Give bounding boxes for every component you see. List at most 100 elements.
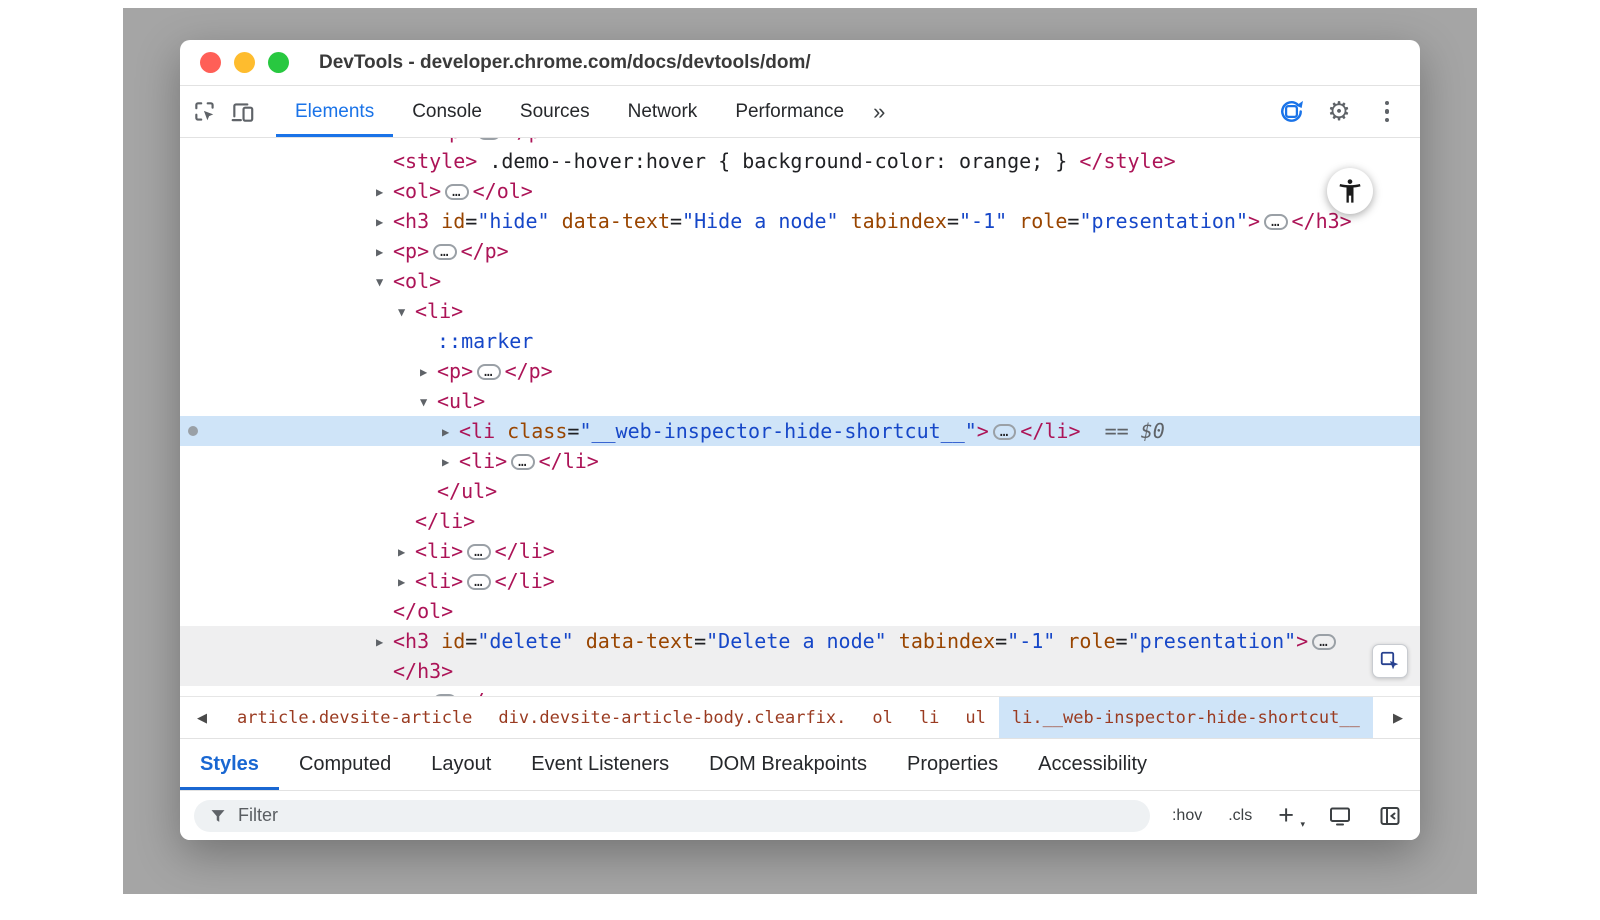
dom-tree-row[interactable]: ▶<li class="__web-inspector-hide-shortcu…: [180, 416, 1420, 446]
expand-arrow-icon[interactable]: ▶: [376, 177, 393, 207]
code-token: <h3: [393, 629, 429, 653]
dom-tree-row[interactable]: ▶<h3 id="hide" data-text="Hide a node" t…: [180, 206, 1420, 236]
code-token: <li>: [459, 449, 507, 473]
expand-arrow-icon[interactable]: ▼: [420, 387, 437, 417]
styles-tab-computed[interactable]: Computed: [279, 739, 411, 790]
tab-console[interactable]: Console: [393, 86, 501, 137]
dom-tree-row[interactable]: ::marker: [180, 326, 1420, 356]
styles-tab-event-listeners[interactable]: Event Listeners: [511, 739, 689, 790]
dom-tree-row[interactable]: ▶<ol>…</ol>: [180, 176, 1420, 206]
styles-tab-properties[interactable]: Properties: [887, 739, 1018, 790]
code-token: [1007, 209, 1019, 233]
accessibility-overlay-button[interactable]: [1327, 168, 1373, 214]
more-panels-button[interactable]: »: [873, 99, 887, 125]
expand-arrow-icon[interactable]: ▶: [376, 207, 393, 237]
code-token: =: [1116, 629, 1128, 653]
breadcrumb-item[interactable]: li: [906, 697, 952, 738]
dom-tree-row[interactable]: ▶<p>…</p>: [180, 686, 1420, 696]
breadcrumb-item[interactable]: article.devsite-article: [224, 697, 485, 738]
dom-tree-row[interactable]: ▶<p>…</p>: [180, 236, 1420, 266]
new-style-rule-button[interactable]: +▾: [1278, 802, 1302, 829]
styles-tab-styles[interactable]: Styles: [180, 739, 279, 790]
code-token: $0: [1141, 419, 1165, 443]
tab-elements[interactable]: Elements: [276, 86, 393, 137]
breadcrumb-scroll-left-button[interactable]: ◀: [180, 697, 224, 738]
styles-tab-accessibility[interactable]: Accessibility: [1018, 739, 1167, 790]
inline-expand-button[interactable]: …: [477, 364, 500, 380]
element-classes-button[interactable]: .cls: [1228, 807, 1252, 825]
inline-expand-button[interactable]: …: [1264, 214, 1287, 230]
dom-tree-row[interactable]: ▶<li>…</li>: [180, 446, 1420, 476]
styles-tab-dom-breakpoints[interactable]: DOM Breakpoints: [689, 739, 887, 790]
dom-tree-row[interactable]: ▶<h3 id="delete" data-text="Delete a nod…: [180, 626, 1420, 656]
dom-tree-row[interactable]: ▼<li>: [180, 296, 1420, 326]
sync-feature-button[interactable]: [1272, 92, 1310, 132]
toggle-sidebar-icon[interactable]: [1378, 804, 1402, 828]
breadcrumb-scroll-right-button[interactable]: ▶: [1376, 697, 1420, 738]
dom-tree-row[interactable]: ▶<li>…</li>: [180, 536, 1420, 566]
expand-arrow-icon[interactable]: ▶: [442, 417, 459, 447]
chevron-left-icon: ◀: [197, 710, 207, 726]
close-window-button[interactable]: [200, 52, 221, 73]
expand-arrow-icon[interactable]: ▼: [398, 297, 415, 327]
dom-tree-row[interactable]: </ul>: [180, 476, 1420, 506]
breadcrumb-item[interactable]: div.devsite-article-body.clearfix.: [485, 697, 859, 738]
rendering-emulation-icon[interactable]: [1328, 804, 1352, 828]
code-token: <style>: [393, 149, 477, 173]
code-token: "__web-inspector-hide-shortcut__": [579, 419, 976, 443]
dom-tree-row[interactable]: ▶<li>…</li>: [180, 566, 1420, 596]
dom-tree-row[interactable]: ▼<ol>: [180, 266, 1420, 296]
dom-tree-row[interactable]: </li>: [180, 506, 1420, 536]
inspect-element-button[interactable]: [186, 92, 224, 132]
expand-arrow-icon[interactable]: ▶: [376, 627, 393, 657]
kebab-menu-icon: [1385, 101, 1390, 123]
breadcrumb-item[interactable]: ul: [952, 697, 998, 738]
settings-button[interactable]: ⚙: [1320, 92, 1358, 132]
device-toolbar-button[interactable]: [224, 92, 262, 132]
expand-arrow-icon[interactable]: ▶: [398, 567, 415, 597]
inline-expand-button[interactable]: …: [993, 424, 1016, 440]
zoom-window-button[interactable]: [268, 52, 289, 73]
styles-filter-input[interactable]: [194, 800, 1150, 832]
code-token: <h3: [393, 209, 429, 233]
tab-sources[interactable]: Sources: [501, 86, 609, 137]
expand-arrow-icon[interactable]: ▶: [376, 687, 393, 696]
dom-tree-row[interactable]: ▼<ul>: [180, 386, 1420, 416]
code-token: <li: [459, 419, 495, 443]
breadcrumb-item[interactable]: li.__web-inspector-hide-shortcut__: [999, 697, 1373, 738]
inline-expand-button[interactable]: …: [467, 574, 490, 590]
expand-arrow-icon[interactable]: ▶: [420, 357, 437, 387]
code-token: </p>: [461, 689, 509, 696]
code-token: >: [1248, 209, 1260, 233]
expand-arrow-icon[interactable]: ▶: [376, 237, 393, 267]
tab-network[interactable]: Network: [609, 86, 717, 137]
styles-tab-layout[interactable]: Layout: [411, 739, 511, 790]
inline-expand-button[interactable]: …: [433, 694, 456, 697]
inline-expand-button[interactable]: …: [467, 544, 490, 560]
toggle-element-state-button[interactable]: :hov: [1172, 807, 1202, 825]
expand-arrow-icon[interactable]: ▶: [442, 447, 459, 477]
minimize-window-button[interactable]: [234, 52, 255, 73]
inspect-cursor-overlay-button[interactable]: [1372, 644, 1408, 678]
inline-expand-button[interactable]: …: [1312, 634, 1335, 650]
dom-tree-row[interactable]: </h3>: [180, 656, 1420, 686]
inline-expand-button[interactable]: …: [511, 454, 534, 470]
window-title: DevTools - developer.chrome.com/docs/dev…: [319, 52, 811, 74]
tab-performance[interactable]: Performance: [716, 86, 863, 137]
inline-expand-button[interactable]: …: [477, 138, 500, 140]
code-token: class: [507, 419, 567, 443]
window-controls: [200, 52, 289, 73]
code-token: data-text: [586, 629, 694, 653]
breadcrumb-item[interactable]: ol: [859, 697, 905, 738]
dom-tree-row[interactable]: </ol>: [180, 596, 1420, 626]
kebab-menu-button[interactable]: [1368, 92, 1406, 132]
dom-tree-row[interactable]: ▶<p>…</p>: [180, 138, 1420, 146]
code-token: "presentation": [1079, 209, 1248, 233]
inline-expand-button[interactable]: …: [445, 184, 468, 200]
dom-tree-row[interactable]: ▶<p>…</p>: [180, 356, 1420, 386]
expand-arrow-icon[interactable]: ▼: [376, 267, 393, 297]
dom-tree-row[interactable]: <style> .demo--hover:hover { background-…: [180, 146, 1420, 176]
code-token: </style>: [1079, 149, 1175, 173]
expand-arrow-icon[interactable]: ▶: [398, 537, 415, 567]
inline-expand-button[interactable]: …: [433, 244, 456, 260]
